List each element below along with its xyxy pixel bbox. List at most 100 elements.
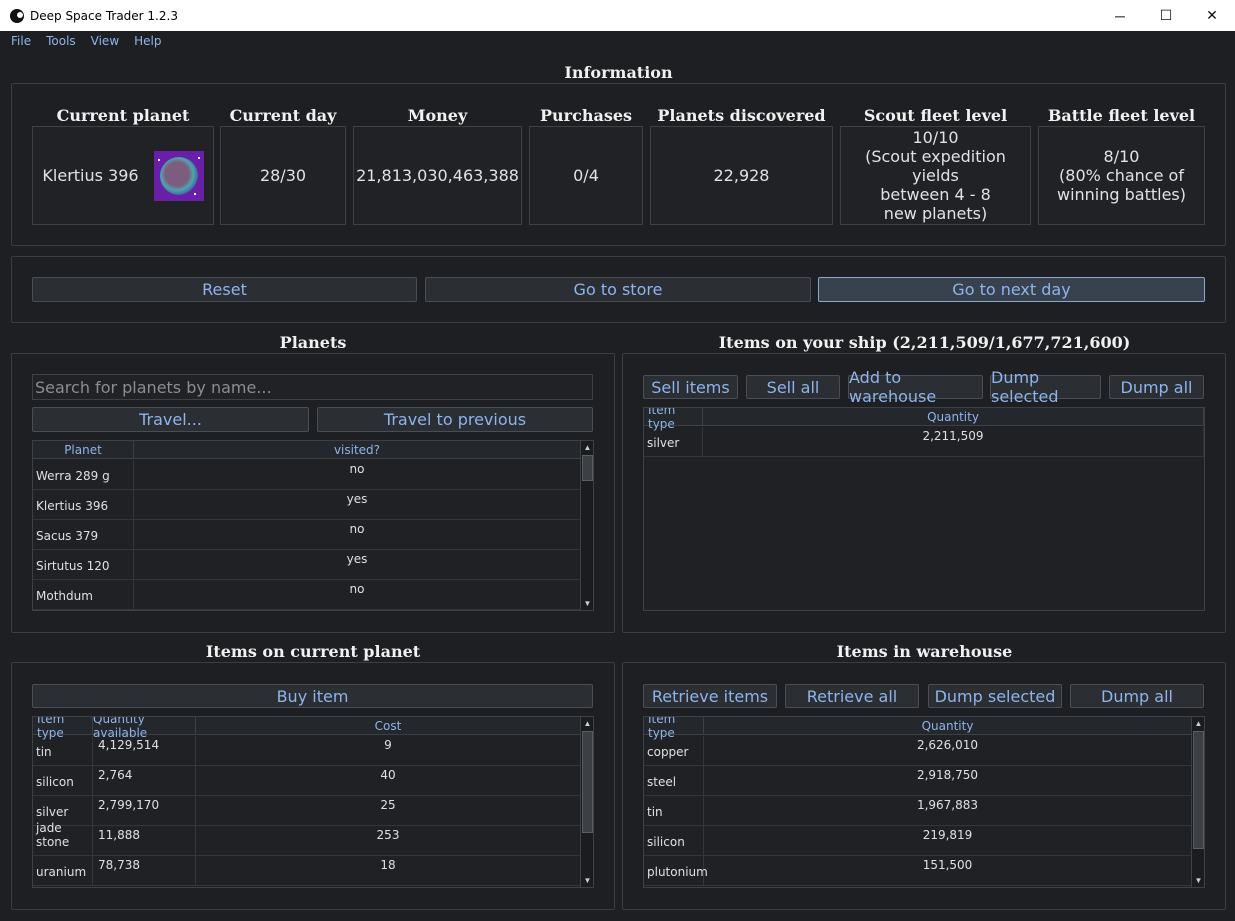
window-title: Deep Space Trader 1.2.3 xyxy=(30,8,178,23)
column-cost[interactable]: Cost xyxy=(196,717,581,734)
maximize-button[interactable]: ☐ xyxy=(1143,0,1189,31)
money-cell: 21,813,030,463,388 xyxy=(353,126,522,225)
column-quantity[interactable]: Quantity xyxy=(703,408,1204,425)
planets-scrollbar[interactable]: ▲ ▼ xyxy=(580,441,593,610)
scroll-thumb[interactable] xyxy=(582,455,593,481)
warehouse-scrollbar[interactable]: ▲ ▼ xyxy=(1191,717,1204,887)
item-type: steel xyxy=(644,766,704,795)
go-to-next-day-button[interactable]: Go to next day xyxy=(818,277,1205,302)
table-row[interactable]: plutonium 151,500 xyxy=(644,856,1192,886)
planet-visited: yes xyxy=(134,490,581,519)
scroll-down-icon[interactable]: ▼ xyxy=(581,597,593,610)
scroll-thumb[interactable] xyxy=(1193,731,1204,849)
current-day-value: 28/30 xyxy=(259,166,307,185)
table-row[interactable]: tin 4,129,514 9 xyxy=(33,736,581,766)
scroll-up-icon[interactable]: ▲ xyxy=(581,717,593,730)
sell-items-button[interactable]: Sell items xyxy=(643,375,738,399)
close-button[interactable]: ✕ xyxy=(1189,0,1235,31)
item-quantity: 2,799,170 xyxy=(93,796,196,825)
app-icon xyxy=(10,8,24,23)
item-quantity: 2,764 xyxy=(93,766,196,795)
item-cost: 40 xyxy=(196,766,581,795)
menu-file[interactable]: File xyxy=(11,34,31,48)
scroll-down-icon[interactable]: ▼ xyxy=(1192,874,1204,887)
scout-fleet-desc-1: (Scout expedition yields xyxy=(865,147,1006,185)
planet-orb xyxy=(159,156,198,195)
current-planet-items-title: Items on current planet xyxy=(205,642,421,661)
table-row[interactable]: copper 2,626,010 xyxy=(644,736,1192,766)
table-row[interactable]: Sacus 379 no xyxy=(33,520,581,550)
battle-fleet-level: 8/10 xyxy=(1103,147,1140,166)
battle-fleet-cell: 8/10 (80% chance of winning battles) xyxy=(1038,126,1205,225)
table-row[interactable]: Klertius 396 yes xyxy=(33,490,581,520)
item-type: plutonium xyxy=(644,856,708,885)
menu-help[interactable]: Help xyxy=(134,34,161,48)
dump-all-warehouse-button[interactable]: Dump all xyxy=(1070,684,1204,708)
column-item-type[interactable]: Item type xyxy=(644,408,703,431)
planet-name: Sirtutus 120 xyxy=(33,550,134,579)
ship-title: Items on your ship (2,211,509/1,677,721,… xyxy=(718,333,1131,352)
scroll-up-icon[interactable]: ▲ xyxy=(1192,717,1204,730)
item-quantity: 151,500 xyxy=(704,856,1192,885)
purchases-label: Purchases xyxy=(539,106,633,125)
table-row[interactable]: steel 2,918,750 xyxy=(644,766,1192,796)
scroll-down-icon[interactable]: ▼ xyxy=(581,874,593,887)
star-dot xyxy=(197,156,200,159)
column-item-type[interactable]: Item type xyxy=(644,717,704,740)
item-type: jade stone xyxy=(33,821,93,855)
current-day-label: Current day xyxy=(229,106,337,125)
planet-items-scrollbar[interactable]: ▲ ▼ xyxy=(580,717,593,887)
dump-selected-warehouse-button[interactable]: Dump selected xyxy=(928,684,1062,708)
buy-item-button[interactable]: Buy item xyxy=(32,684,593,708)
planet-items-table: Item type Quantity available Cost tin 4,… xyxy=(32,716,594,888)
table-row[interactable]: tin 1,967,883 xyxy=(644,796,1192,826)
column-item-type[interactable]: Item type xyxy=(33,717,93,740)
warehouse-title: Items in warehouse xyxy=(836,642,1013,661)
table-row[interactable]: silicon 2,764 40 xyxy=(33,766,581,796)
column-visited[interactable]: visited? xyxy=(134,441,581,458)
table-row[interactable]: jade stone 11,888 253 xyxy=(33,821,581,856)
reset-button[interactable]: Reset xyxy=(32,277,417,302)
scout-fleet-desc-3: new planets) xyxy=(883,204,988,223)
sell-all-button[interactable]: Sell all xyxy=(746,375,840,399)
dump-selected-button[interactable]: Dump selected xyxy=(990,368,1101,406)
scout-fleet-label: Scout fleet level xyxy=(863,106,1008,125)
table-row[interactable]: uranium 78,738 18 xyxy=(33,856,581,886)
column-quantity-available[interactable]: Quantity available xyxy=(93,717,196,740)
scroll-up-icon[interactable]: ▲ xyxy=(581,441,593,454)
retrieve-all-button[interactable]: Retrieve all xyxy=(785,684,919,708)
information-title: Information xyxy=(564,63,673,82)
table-header: Item type Quantity available Cost xyxy=(33,717,581,740)
column-quantity[interactable]: Quantity xyxy=(704,717,1192,734)
table-row[interactable]: Sirtutus 120 yes xyxy=(33,550,581,580)
travel-to-previous-button[interactable]: Travel to previous xyxy=(317,407,593,432)
table-row[interactable]: Werra 289 g no xyxy=(33,460,581,490)
table-row[interactable]: silicon 219,819 xyxy=(644,826,1192,856)
menu-tools[interactable]: Tools xyxy=(46,34,76,48)
planets-table: Planet visited? Werra 289 g no Klertius … xyxy=(32,440,594,611)
go-to-store-button[interactable]: Go to store xyxy=(425,277,811,302)
scout-fleet-level: 10/10 xyxy=(912,128,959,147)
menu-view[interactable]: View xyxy=(91,34,119,48)
table-row[interactable]: silver 2,799,170 25 xyxy=(33,796,581,826)
scroll-thumb[interactable] xyxy=(582,731,593,833)
planet-visited: no xyxy=(134,520,581,549)
add-to-warehouse-button[interactable]: Add to warehouse xyxy=(848,368,983,406)
table-row[interactable]: Mothdum no xyxy=(33,580,581,610)
planet-visited: no xyxy=(134,460,581,489)
money-label: Money xyxy=(407,106,468,125)
minimize-button[interactable]: ─ xyxy=(1097,0,1143,31)
current-planet-cell: Klertius 396 xyxy=(32,126,214,225)
dump-all-button[interactable]: Dump all xyxy=(1109,375,1204,399)
item-quantity: 78,738 xyxy=(93,856,196,885)
item-cost: 25 xyxy=(196,796,581,825)
column-planet[interactable]: Planet xyxy=(33,441,134,458)
table-header: Planet visited? xyxy=(33,441,581,459)
item-quantity: 1,967,883 xyxy=(704,796,1192,825)
star-dot xyxy=(193,192,196,195)
retrieve-items-button[interactable]: Retrieve items xyxy=(643,684,777,708)
table-row[interactable]: silver 2,211,509 xyxy=(644,427,1204,457)
item-quantity: 2,211,509 xyxy=(703,427,1204,456)
planet-search-input[interactable]: Search for planets by name... xyxy=(32,374,593,400)
travel-button[interactable]: Travel... xyxy=(32,407,309,432)
